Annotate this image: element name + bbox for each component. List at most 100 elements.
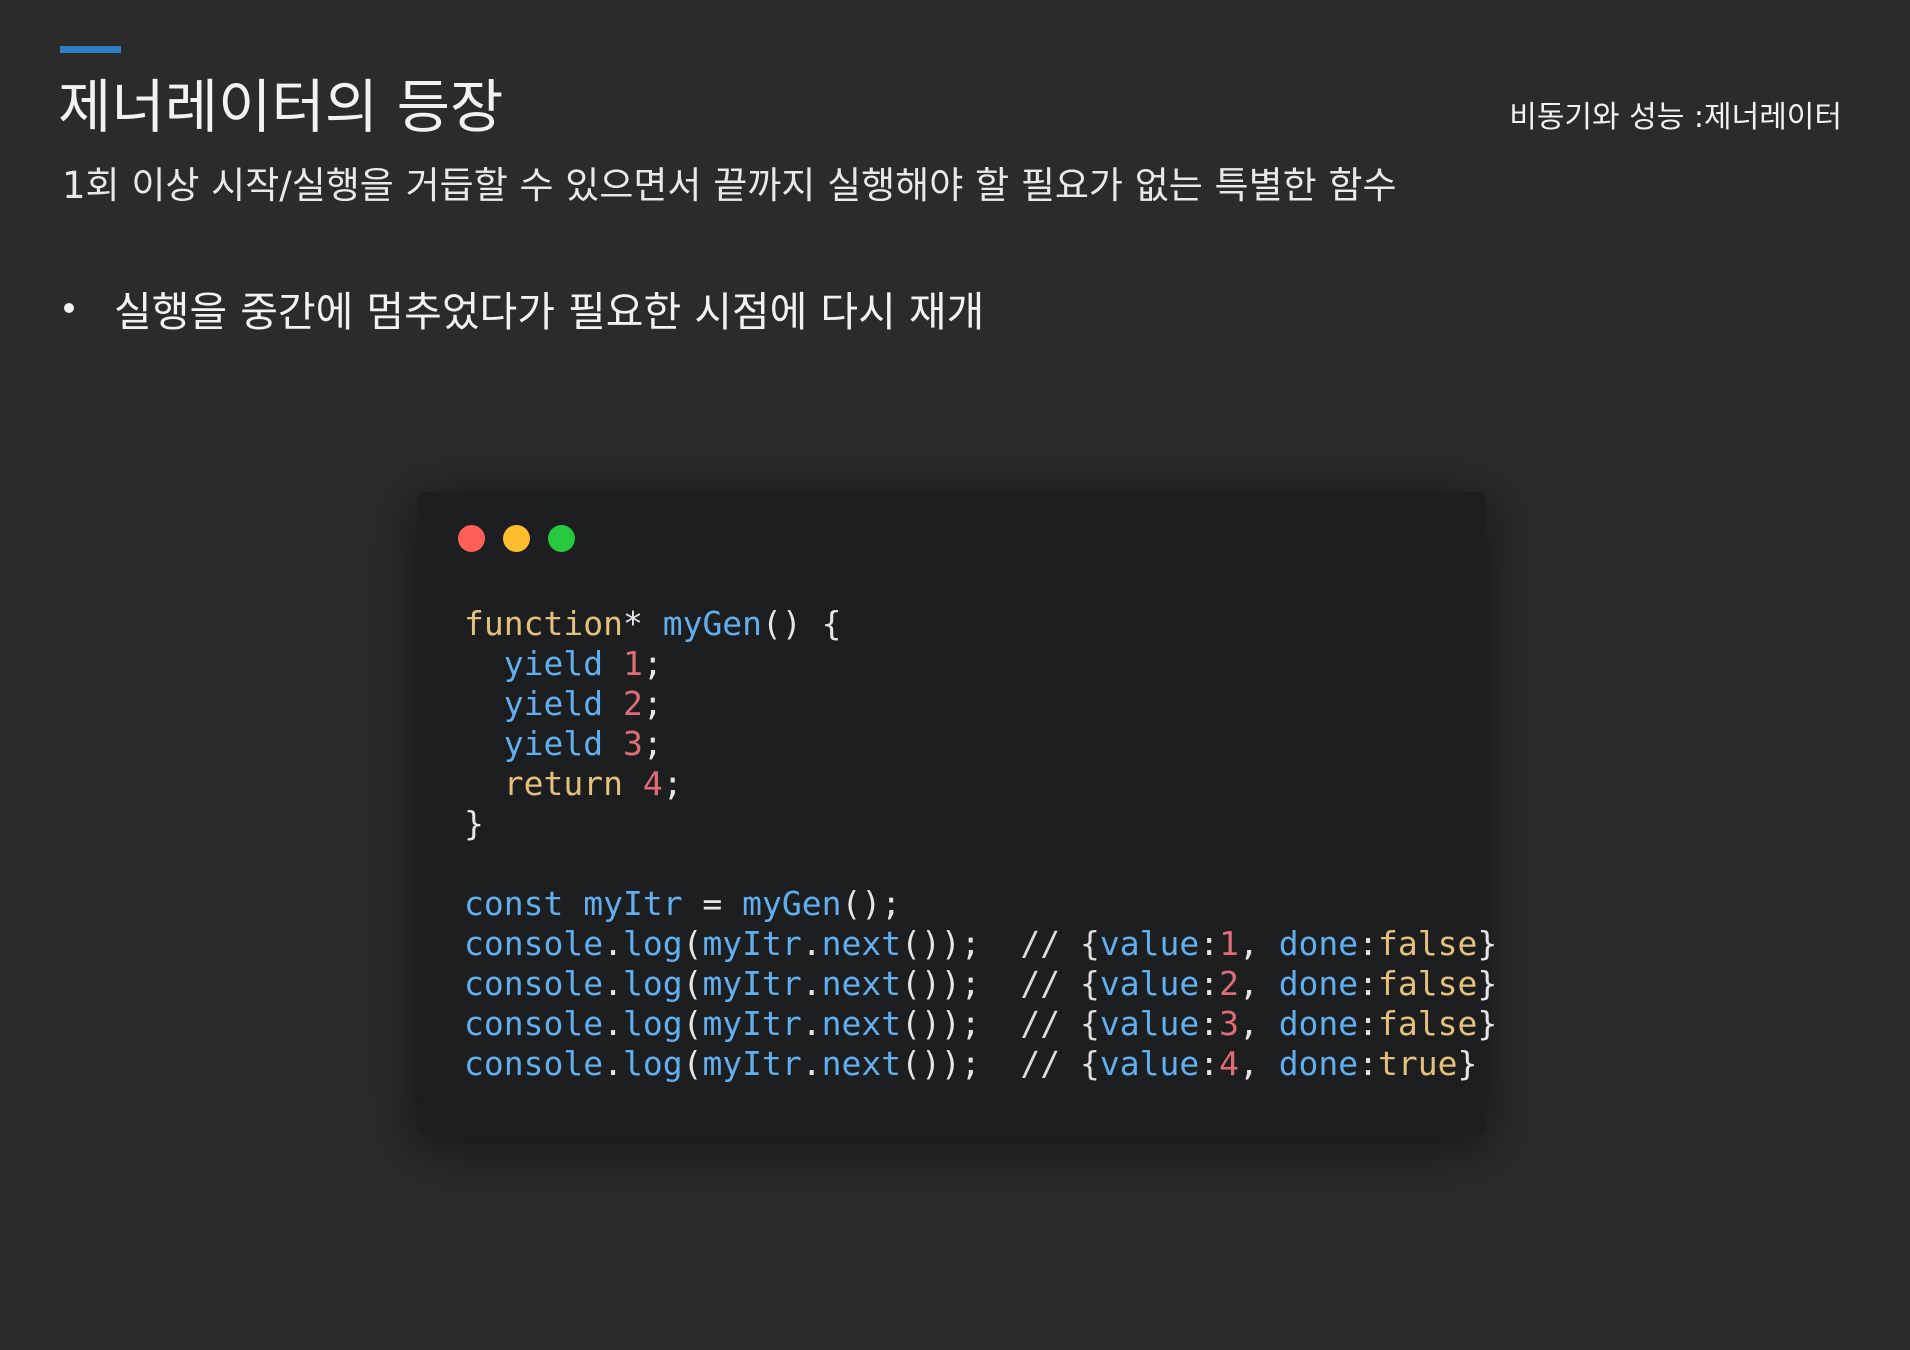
code-token: console bbox=[464, 1044, 604, 1083]
code-token: = bbox=[682, 884, 743, 923]
code-token: myGen bbox=[662, 604, 763, 643]
page-subtitle: 1회 이상 시작/실행을 거듭할 수 있으면서 끝까지 실행해야 할 필요가 없… bbox=[62, 164, 1397, 207]
code-line: const myItr = myGen(); bbox=[464, 884, 1497, 924]
code-token: 2 bbox=[1219, 964, 1239, 1003]
code-token: done bbox=[1278, 1044, 1359, 1083]
code-token: ; bbox=[662, 764, 683, 803]
code-token: const bbox=[464, 884, 564, 923]
code-token: ( bbox=[682, 1004, 703, 1043]
code-token: next bbox=[821, 924, 902, 963]
bullet-dot-icon bbox=[64, 303, 74, 313]
code-token: false bbox=[1378, 1004, 1478, 1043]
code-token: 3 bbox=[1219, 1004, 1239, 1043]
section-label: 비동기와 성능 :제너레이터 bbox=[1509, 100, 1842, 135]
code-token: . bbox=[801, 924, 822, 963]
code-token: done bbox=[1278, 1004, 1359, 1043]
code-token: ()); bbox=[901, 924, 1021, 963]
window-controls bbox=[458, 525, 593, 552]
code-token: (); bbox=[841, 884, 902, 923]
code-token: ()); bbox=[901, 1004, 1021, 1043]
code-token: log bbox=[622, 964, 683, 1003]
code-token: 1 bbox=[1219, 924, 1239, 963]
title-accent-bar bbox=[60, 46, 121, 53]
code-token: myItr bbox=[702, 1004, 802, 1043]
code-token: false bbox=[1378, 924, 1478, 963]
code-line: console.log(myItr.next()); // {value:1, … bbox=[464, 924, 1497, 964]
code-token: : bbox=[1358, 1004, 1379, 1043]
code-line: function* myGen() { bbox=[464, 604, 1497, 644]
code-line: yield 3; bbox=[464, 724, 1497, 764]
bullet-text: 실행을 중간에 멈추었다가 필요한 시점에 다시 재개 bbox=[114, 288, 985, 336]
code-token: . bbox=[801, 964, 822, 1003]
page-title: 제너레이터의 등장 bbox=[58, 73, 504, 141]
code-token: function bbox=[464, 604, 623, 643]
code-line: console.log(myItr.next()); // {value:3, … bbox=[464, 1004, 1497, 1044]
code-token: ( bbox=[682, 1044, 703, 1083]
code-token: : bbox=[1199, 1004, 1220, 1043]
code-token: : bbox=[1358, 1044, 1379, 1083]
code-token: * bbox=[622, 604, 663, 643]
code-token: : bbox=[1199, 1044, 1220, 1083]
close-dot-icon bbox=[458, 525, 485, 552]
code-line: console.log(myItr.next()); // {value:4, … bbox=[464, 1044, 1497, 1084]
code-token: next bbox=[821, 1044, 902, 1083]
code-token: . bbox=[801, 1004, 822, 1043]
code-line: } bbox=[464, 804, 1497, 844]
code-token: next bbox=[821, 964, 902, 1003]
code-token: console bbox=[464, 1004, 604, 1043]
code-token: // { bbox=[1020, 1004, 1100, 1043]
code-line: return 4; bbox=[464, 764, 1497, 804]
code-token: 4 bbox=[1219, 1044, 1239, 1083]
code-token: } bbox=[1477, 1004, 1498, 1043]
code-token: ; bbox=[642, 684, 663, 723]
code-token: myItr bbox=[583, 884, 683, 923]
code-token: myItr bbox=[702, 1044, 802, 1083]
code-token: console bbox=[464, 924, 604, 963]
code-token: ()); bbox=[901, 964, 1021, 1003]
code-token: ; bbox=[642, 644, 663, 683]
code-token: log bbox=[622, 1004, 683, 1043]
code-token: : bbox=[1199, 964, 1220, 1003]
code-token: ( bbox=[682, 964, 703, 1003]
code-token: ; bbox=[642, 724, 663, 763]
code-token: false bbox=[1378, 964, 1478, 1003]
code-token: yield bbox=[503, 644, 604, 683]
code-line: console.log(myItr.next()); // {value:2, … bbox=[464, 964, 1497, 1004]
code-token: . bbox=[603, 1004, 623, 1043]
code-token: ( bbox=[682, 924, 703, 963]
code-token: value bbox=[1099, 1044, 1200, 1083]
code-token: // { bbox=[1020, 924, 1100, 963]
code-token: myItr bbox=[702, 964, 802, 1003]
code-token: . bbox=[801, 1044, 822, 1083]
code-token: 3 bbox=[622, 724, 643, 763]
code-token: log bbox=[622, 1044, 683, 1083]
code-token: () { bbox=[762, 604, 842, 643]
code-token: 1 bbox=[622, 644, 643, 683]
code-token: , bbox=[1238, 964, 1279, 1003]
code-token: return bbox=[503, 764, 623, 803]
code-token: 4 bbox=[642, 764, 663, 803]
code-token: yield bbox=[503, 724, 604, 763]
code-token: done bbox=[1278, 964, 1359, 1003]
code-token: console bbox=[464, 964, 604, 1003]
code-window: function* myGen() { yield 1; yield 2; yi… bbox=[417, 492, 1497, 1135]
code-token: . bbox=[603, 1044, 623, 1083]
code-token: myItr bbox=[702, 924, 802, 963]
code-token: value bbox=[1099, 924, 1200, 963]
code-token: ()); bbox=[901, 1044, 1021, 1083]
code-token: } bbox=[1477, 924, 1498, 963]
code-token: // { bbox=[1020, 964, 1100, 1003]
code-token: 2 bbox=[622, 684, 643, 723]
code-token: log bbox=[622, 924, 683, 963]
maximize-dot-icon bbox=[548, 525, 575, 552]
